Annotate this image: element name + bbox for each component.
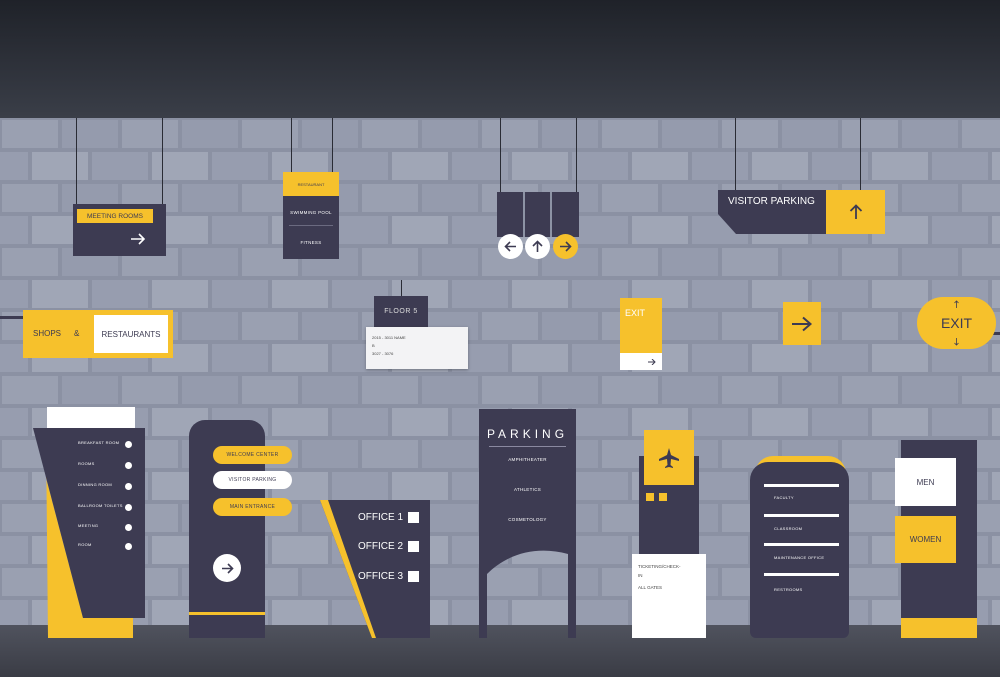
men-label: MEN bbox=[895, 458, 956, 506]
exit-sign-small: EXIT bbox=[620, 298, 662, 353]
directory-item: DINNING ROOM bbox=[78, 482, 113, 487]
office-label: OFFICE 3 bbox=[358, 571, 404, 582]
hanging-wire bbox=[576, 118, 577, 193]
restaurants-label: RESTAURANTS bbox=[94, 315, 168, 353]
bullet-icon bbox=[125, 504, 132, 511]
directory-header bbox=[47, 407, 135, 429]
exit-label: EXIT bbox=[625, 308, 646, 318]
rounded-item: MAINTENANCE OFFICE bbox=[774, 555, 825, 560]
hanging-wire bbox=[401, 280, 402, 296]
arrow-up-icon bbox=[525, 234, 550, 259]
floor-line: 2015 - 3011 NAME bbox=[372, 335, 406, 340]
divider bbox=[550, 192, 552, 237]
parking-item: AMPHITHEATER bbox=[508, 457, 547, 462]
directory-item: ROOMS bbox=[78, 461, 95, 466]
airport-line: IN bbox=[638, 573, 643, 578]
arrow-right-icon bbox=[213, 554, 241, 582]
divider bbox=[764, 573, 839, 576]
restroom-totem: MEN WOMEN bbox=[895, 440, 977, 620]
exit-label: EXIT bbox=[940, 315, 973, 331]
parking-item: ATHLETICS bbox=[513, 487, 542, 492]
hanging-wire bbox=[735, 118, 736, 190]
meeting-rooms-sign: MEETING ROOMS bbox=[73, 204, 166, 256]
rounded-item: FACULTY bbox=[774, 495, 794, 500]
parking-title: PARKING bbox=[486, 427, 569, 441]
kiosk-stripe bbox=[189, 612, 265, 615]
kiosk-totem: WELCOME CENTER VISITOR PARKING MAIN ENTR… bbox=[189, 420, 292, 638]
arrow-right-icon bbox=[783, 302, 821, 345]
direction-sign bbox=[497, 192, 579, 237]
shops-restaurants-sign: SHOPS & RESTAURANTS bbox=[23, 310, 173, 358]
bullet-icon bbox=[125, 543, 132, 550]
airport-panel: TICKETING/CHECK- IN ALL GATES bbox=[632, 554, 706, 638]
ampersand: & bbox=[74, 329, 80, 338]
directory-item: BREAKFAST ROOM bbox=[78, 440, 120, 445]
arrow-right-icon bbox=[659, 493, 667, 501]
arrow-right-icon bbox=[553, 234, 578, 259]
floor-line: 3027 - 3076 bbox=[372, 351, 394, 356]
divider bbox=[489, 446, 566, 447]
kiosk-button: WELCOME CENTER bbox=[213, 446, 292, 464]
shops-label: SHOPS bbox=[33, 329, 62, 338]
divider bbox=[764, 543, 839, 546]
directory-item: BALLROOM TOILETS bbox=[78, 503, 123, 508]
arrow-right-icon bbox=[408, 512, 419, 523]
arrow-up-icon bbox=[826, 190, 885, 234]
divider bbox=[764, 514, 839, 517]
airplane-icon bbox=[644, 430, 694, 485]
bullet-icon bbox=[125, 441, 132, 448]
parking-totem-base bbox=[479, 534, 576, 638]
visitor-parking-label: VISITOR PARKING bbox=[728, 196, 815, 207]
hanging-wire bbox=[76, 118, 77, 204]
arrow-left-icon bbox=[408, 571, 419, 582]
restaurant-menu-item: SWIMMING POOL bbox=[290, 210, 332, 215]
arrow-left-icon bbox=[646, 493, 654, 501]
hanging-wire bbox=[332, 118, 333, 173]
wall-bracket bbox=[0, 316, 24, 319]
airport-line: ALL GATES bbox=[638, 585, 663, 590]
restaurant-menu-sign: RESTAURANT SWIMMING POOL FITNESS bbox=[283, 172, 339, 259]
airport-line: TICKETING/CHECK- bbox=[638, 564, 681, 569]
exit-oval-sign: EXIT bbox=[917, 297, 996, 349]
arrow-right-icon bbox=[620, 353, 662, 370]
office-label: OFFICE 2 bbox=[358, 541, 404, 552]
rounded-totem: FACULTY CLASSROOM MAINTENANCE OFFICE RES… bbox=[750, 462, 849, 638]
restaurant-menu-item: FITNESS bbox=[300, 240, 322, 245]
bullet-icon bbox=[125, 462, 132, 469]
hanging-wire bbox=[162, 118, 163, 204]
arrow-up-icon bbox=[954, 300, 959, 308]
women-label: WOMEN bbox=[895, 516, 956, 563]
ceiling bbox=[0, 0, 1000, 118]
restroom-base bbox=[901, 618, 977, 638]
rounded-item: RESTROOMS bbox=[774, 587, 803, 592]
directory-item: ROOM bbox=[78, 542, 92, 547]
floor-line: B bbox=[372, 343, 375, 348]
floor-sign-header: FLOOR 5 bbox=[374, 296, 428, 327]
meeting-rooms-label: MEETING ROOMS bbox=[77, 209, 153, 223]
floor-title: FLOOR 5 bbox=[384, 308, 418, 315]
directory-totem bbox=[33, 428, 145, 638]
restaurant-menu-header: RESTAURANT bbox=[283, 172, 339, 196]
arrow-right-icon bbox=[131, 233, 146, 245]
floor-sign-panel: 2015 - 3011 NAME B 3027 - 3076 bbox=[366, 327, 468, 369]
kiosk-button: VISITOR PARKING bbox=[213, 471, 292, 489]
arrow-down-icon bbox=[954, 338, 959, 346]
office-label: OFFICE 1 bbox=[358, 512, 404, 523]
hanging-wire bbox=[860, 118, 861, 190]
kiosk-button: MAIN ENTRANCE bbox=[213, 498, 292, 516]
arrow-left-icon bbox=[498, 234, 523, 259]
bullet-icon bbox=[125, 524, 132, 531]
hanging-wire bbox=[291, 118, 292, 173]
divider bbox=[523, 192, 525, 237]
parking-item: COSMETOLOGY bbox=[508, 517, 547, 522]
divider bbox=[289, 225, 333, 226]
directory-item: MEETING bbox=[78, 523, 99, 528]
parking-totem: PARKING AMPHITHEATER ATHLETICS COSMETOLO… bbox=[479, 409, 576, 535]
arrow-left-icon bbox=[408, 541, 419, 552]
rounded-item: CLASSROOM bbox=[774, 526, 803, 531]
bullet-icon bbox=[125, 483, 132, 490]
divider bbox=[764, 484, 839, 487]
hanging-wire bbox=[500, 118, 501, 193]
